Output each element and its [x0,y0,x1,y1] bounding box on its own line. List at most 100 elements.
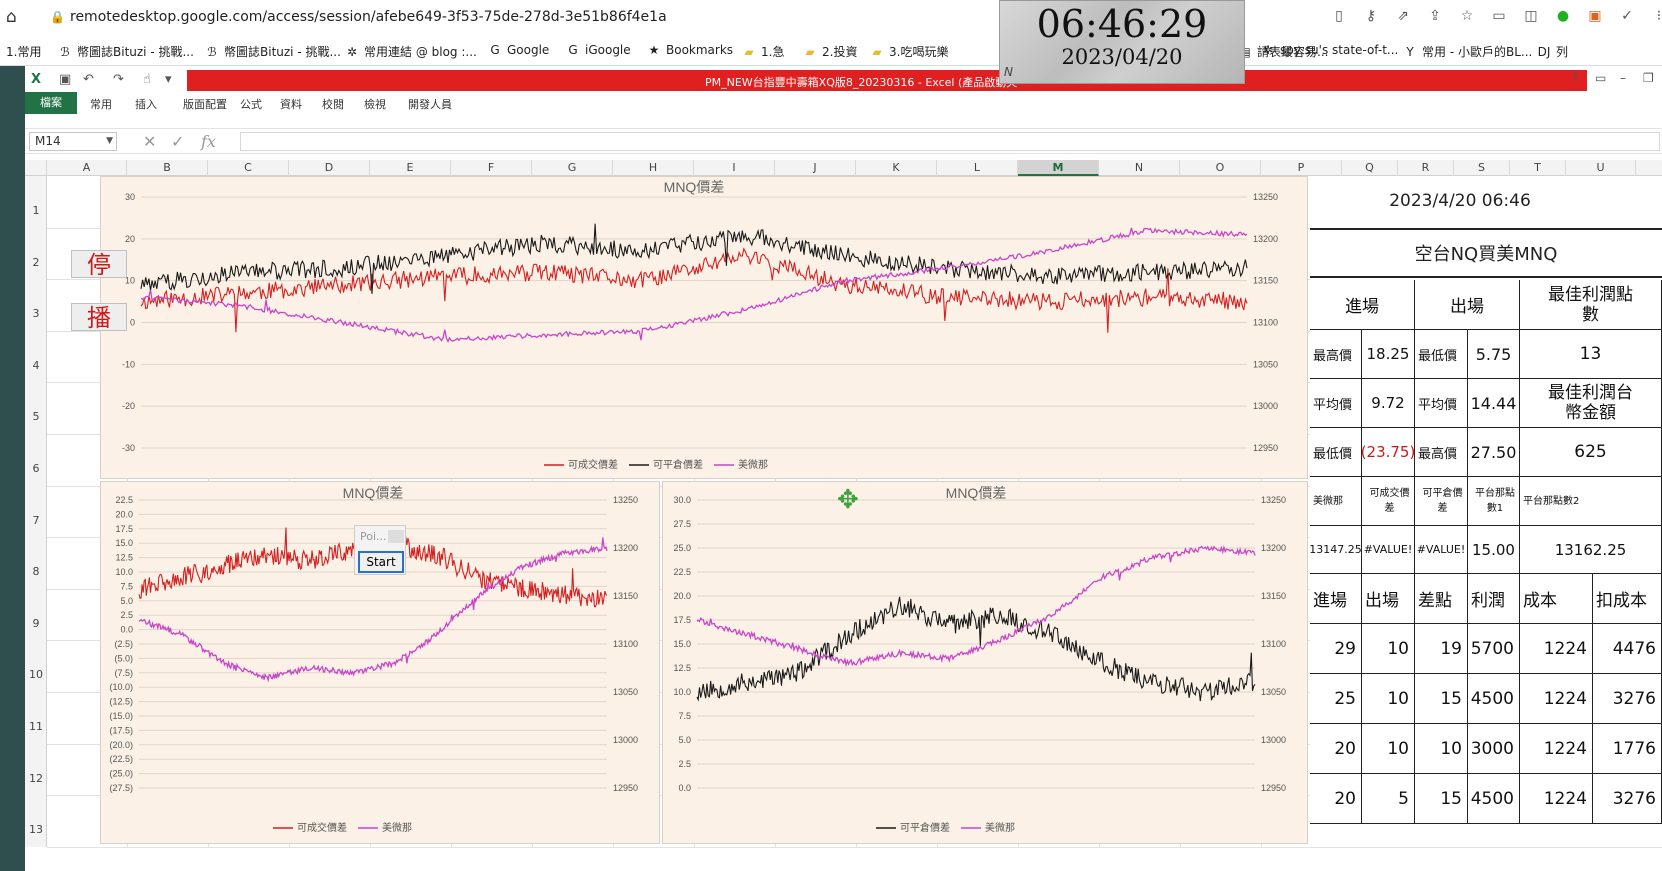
panel-cell[interactable]: 14.44 [1468,379,1520,428]
bookmark-item[interactable]: ▰ 3.吃喝玩樂 [870,43,948,60]
screen-icon[interactable]: ▭ [1490,7,1508,25]
column-header[interactable]: S [1454,160,1510,176]
panel-cell[interactable]: 1776 [1593,724,1662,774]
column-header[interactable]: R [1398,160,1454,176]
insert-function-button[interactable]: fx [201,132,216,151]
bookmark-item[interactable]: ▰ 2.投資 [803,43,857,60]
panel-cell[interactable]: 最佳利潤點數 [1520,280,1662,330]
panel-cell[interactable]: 平均價 [1415,379,1468,428]
column-header[interactable]: I [694,160,775,176]
enter-icon[interactable]: ✓ [171,132,184,151]
panel-cell[interactable]: 1224 [1520,724,1593,774]
ribbon-tab[interactable]: 校閱 [322,96,344,112]
ribbon-tab[interactable]: 檔案 [25,92,77,114]
panel-cell[interactable]: 平均價 [1310,379,1362,428]
bookmark-item[interactable]: Y 常用 - 小歐戶的BL... [1403,43,1532,60]
minimize-icon[interactable]: – [1620,71,1626,85]
play-button[interactable]: 播 [71,303,127,332]
panel-cell[interactable]: 20 [1310,774,1362,824]
key-icon[interactable]: ⚷ [1362,7,1380,25]
column-header[interactable]: E [370,160,451,176]
panel-cell[interactable]: 5 [1362,774,1415,824]
panel-cell[interactable]: 10 [1362,674,1415,724]
panel-cell[interactable]: 出場 [1415,280,1520,330]
column-header[interactable]: C [208,160,289,176]
column-header[interactable]: H [613,160,694,176]
lock-icon[interactable]: 🔒 [50,10,65,24]
panel-cell[interactable]: (23.75) [1362,428,1415,477]
panel-cell[interactable]: 15.00 [1468,526,1520,574]
open-external-icon[interactable]: ⇗ [1394,7,1412,25]
panel-cell[interactable]: 19 [1415,624,1468,674]
ribbon-tab[interactable]: 公式 [240,96,262,112]
panel-cell[interactable]: 扣成本 [1593,574,1662,624]
column-header[interactable]: P [1261,160,1342,176]
row-header[interactable]: 3 [25,307,47,320]
ribbon-tab[interactable]: 檢視 [364,96,386,112]
panel-cell[interactable]: 1224 [1520,774,1593,824]
panel-cell[interactable]: #VALUE! [1415,526,1468,574]
start-button[interactable]: Start [358,551,404,573]
ribbon-tab[interactable]: 開發人員 [408,96,452,112]
column-header[interactable]: T [1510,160,1566,176]
panel-cell[interactable]: 13162.25 [1520,526,1662,574]
formula-input[interactable] [240,132,1660,151]
column-header[interactable]: J [775,160,856,176]
help-icon[interactable]: ? [1572,71,1578,85]
ribbon-tab[interactable]: 資料 [280,96,302,112]
apps-icon[interactable]: ⁝ [1650,7,1662,25]
column-header[interactable]: A [47,160,127,176]
column-header[interactable]: B [127,160,208,176]
bookmark-item[interactable]: 1.常用 [6,43,41,60]
line-icon[interactable]: ● [1554,7,1572,25]
panel-cell[interactable]: 5.75 [1468,330,1520,379]
panel-cell[interactable]: 可成交價差 [1362,477,1415,526]
column-header[interactable]: L [937,160,1018,176]
ribbon-tab[interactable]: 插入 [135,96,157,112]
ribbon-tab[interactable]: 常用 [90,96,112,112]
home-icon[interactable]: ⌂ [6,7,26,27]
panel-cell[interactable]: 1224 [1520,624,1593,674]
chart-main[interactable]: 30 20 10 0 -10 -20 -30 13250 13200 13150 13100 1305… [100,176,1308,479]
panel-cell[interactable]: 可平倉價差 [1415,477,1468,526]
save-icon[interactable]: ▣ [59,72,71,87]
cancel-icon[interactable]: ✕ [143,132,156,151]
column-header[interactable]: N [1099,160,1180,176]
chart-bottom-right[interactable]: 30.0 27.5 25.0 22.5 20.0 17.5 15.0 12.5 10.0 7.5 5… [662,481,1308,844]
panel-cell[interactable]: 平台那點數2 [1520,477,1662,526]
bookmark-item[interactable]: ✲ 常用連結 @ blog :... [345,43,477,60]
panel-cell[interactable]: 13 [1520,330,1662,379]
column-header[interactable]: M [1018,160,1099,176]
stop-button[interactable]: 停 [71,250,127,279]
panel-cell[interactable]: 1224 [1520,674,1593,724]
bookmark-item[interactable]: ★ Bookmarks [647,43,733,57]
panel-cell[interactable]: 15 [1415,674,1468,724]
panel-cell[interactable]: 13147.25 [1310,526,1362,574]
panel-cell[interactable]: 最高價 [1415,428,1468,477]
panel-cell[interactable]: 29 [1310,624,1362,674]
panel-cell[interactable]: 4500 [1468,774,1520,824]
touch-mode-icon[interactable]: ☝ [143,72,151,87]
row-header[interactable]: 10 [25,668,47,681]
chevron-down-icon[interactable]: ▼ [106,133,113,150]
bookmark-item[interactable]: GiGoogle [566,43,630,57]
row-header[interactable]: 1 [25,204,47,217]
panel-cell[interactable]: 4476 [1593,624,1662,674]
customize-qat-icon[interactable]: ▾ [165,72,172,87]
column-header[interactable]: Q [1342,160,1398,176]
panel-cell[interactable]: 最低價 [1415,330,1468,379]
popup-close-icon[interactable] [388,530,404,543]
ribbon-display-icon[interactable]: ▭ [1595,71,1606,85]
panel-cell[interactable]: 平台那點數1 [1468,477,1520,526]
chat-icon[interactable]: ◫ [1522,7,1540,25]
column-header[interactable]: O [1180,160,1261,176]
panel-cell[interactable]: #VALUE! [1362,526,1415,574]
column-header[interactable]: F [451,160,532,176]
row-header[interactable]: 5 [25,410,47,423]
panel-cell[interactable]: 美微那 [1310,477,1362,526]
panel-cell[interactable]: 25 [1310,674,1362,724]
row-header[interactable]: 9 [25,617,47,630]
clipboard-icon[interactable]: ▯ [1330,7,1348,25]
panel-cell[interactable]: 27.50 [1468,428,1520,477]
bookmark-item[interactable]: G Google [488,43,549,57]
